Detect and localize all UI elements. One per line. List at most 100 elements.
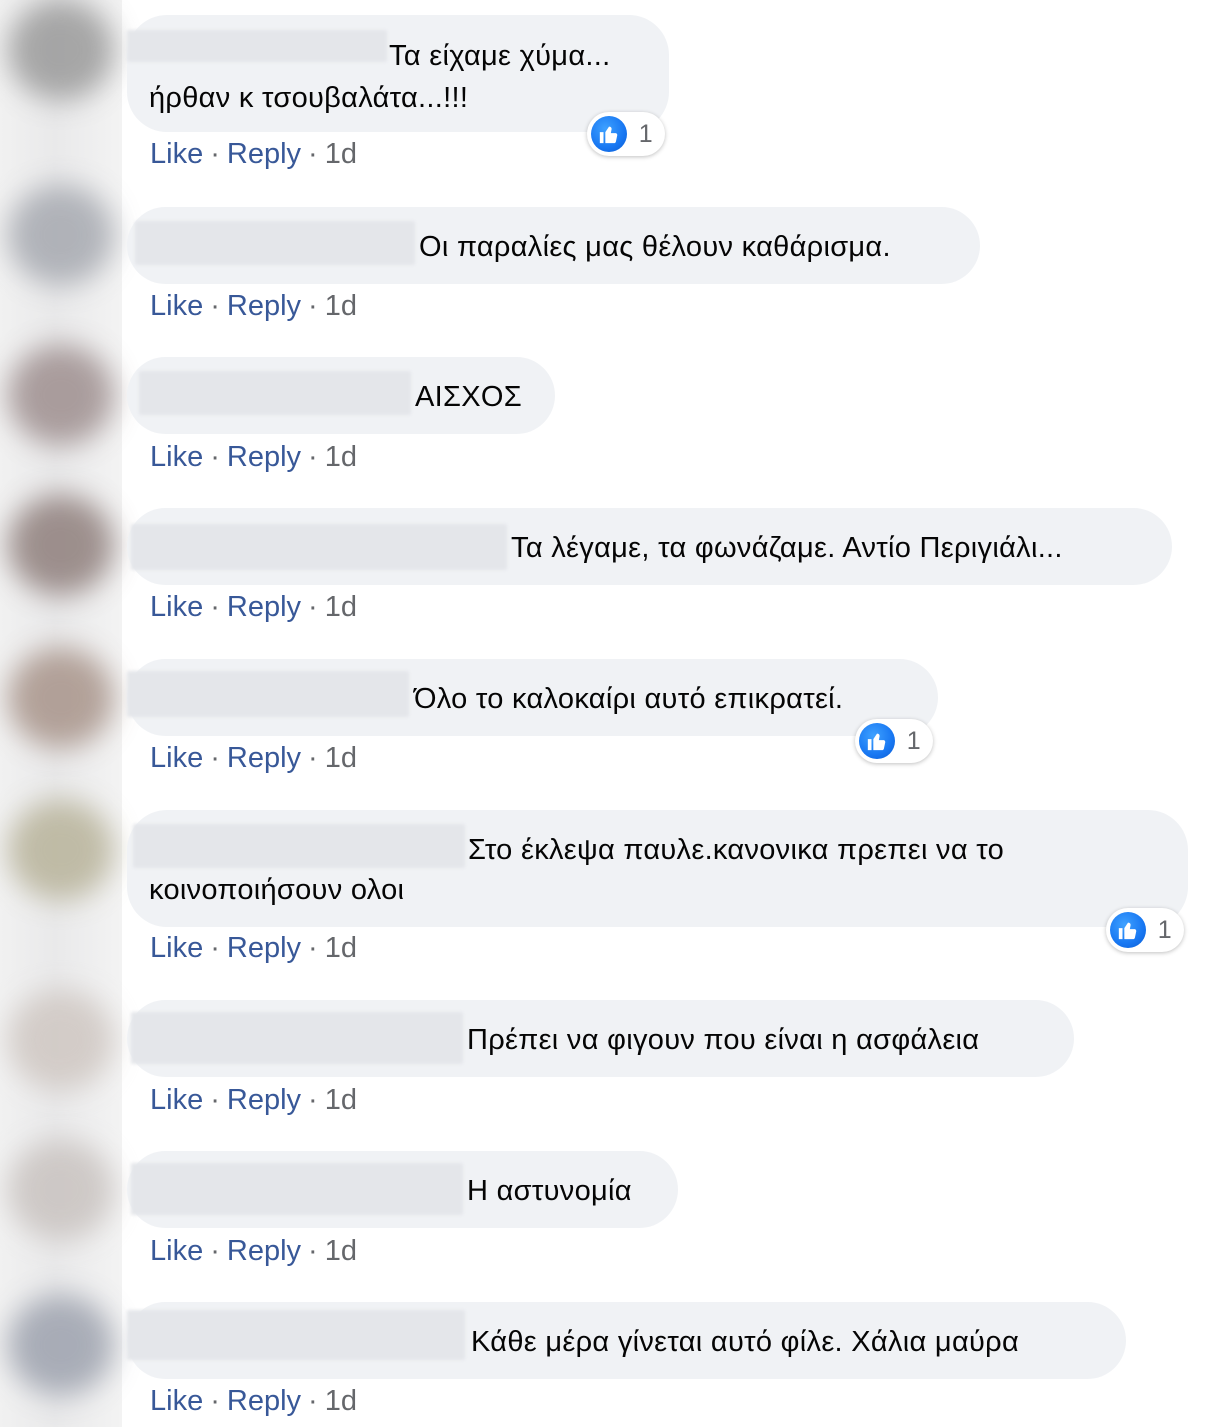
reply-link[interactable]: Reply: [227, 742, 301, 774]
timestamp[interactable]: 1d: [325, 591, 357, 623]
comment-text: ΑΙΣΧΟΣ: [415, 381, 522, 413]
author-name-redacted: [131, 1012, 463, 1064]
reply-link[interactable]: Reply: [227, 591, 301, 623]
separator: ·: [210, 742, 220, 774]
like-link[interactable]: Like: [150, 932, 203, 964]
comment: Όλο το καλοκαίρι αυτό επικρατεί. 1 Like ·…: [127, 659, 938, 774]
author-name-redacted: [131, 524, 507, 570]
comment-actions: Like · Reply · 1d: [150, 931, 357, 965]
like-link[interactable]: Like: [150, 1235, 203, 1267]
reply-link[interactable]: Reply: [227, 1235, 301, 1267]
avatar[interactable]: [8, 990, 114, 1090]
comment: Τα είχαμε χύμα... ήρθαν κ τσουβαλάτα...!…: [127, 15, 669, 170]
comment-bubble: Όλο το καλοκαίρι αυτό επικρατεί. 1: [127, 659, 938, 763]
comment-actions: Like · Reply · 1d: [150, 137, 357, 171]
timestamp[interactable]: 1d: [325, 1084, 357, 1116]
author-name-redacted: [127, 30, 387, 62]
author-name-redacted: [135, 221, 415, 265]
separator: ·: [308, 1235, 318, 1267]
comment-actions: Like · Reply · 1d: [150, 1384, 357, 1418]
reaction-number: 1: [906, 727, 921, 755]
separator: ·: [210, 1235, 220, 1267]
timestamp[interactable]: 1d: [325, 441, 357, 473]
comment-bubble: Στο έκλεψα παυλε.κανονικα πρεπει να το κ…: [127, 810, 1188, 952]
like-link[interactable]: Like: [150, 138, 203, 170]
comment: Κάθε μέρα γίνεται αυτό φίλε. Χάλια μαύρα…: [127, 1302, 1126, 1417]
avatar[interactable]: [8, 1140, 114, 1240]
comment: Τα λέγαμε, τα φωνάζαμε. Αντίο Περιγιάλι.…: [127, 508, 1172, 623]
comment: Πρέπει να φιγουν που είναι η ασφάλεια Li…: [127, 1000, 1074, 1116]
separator: ·: [308, 441, 318, 473]
comment-text: Η αστυνομία: [467, 1175, 632, 1207]
separator: ·: [210, 290, 220, 322]
separator: ·: [210, 591, 220, 623]
timestamp[interactable]: 1d: [325, 1385, 357, 1417]
comment-bubble: Η αστυνομία: [127, 1151, 678, 1228]
like-link[interactable]: Like: [150, 290, 203, 322]
comment-text: Οι παραλίες μας θέλουν καθάρισμα.: [419, 231, 891, 263]
reply-link[interactable]: Reply: [227, 138, 301, 170]
comment-actions: Like · Reply · 1d: [150, 289, 357, 323]
reply-link[interactable]: Reply: [227, 441, 301, 473]
comment-actions: Like · Reply · 1d: [150, 1234, 357, 1268]
timestamp[interactable]: 1d: [325, 742, 357, 774]
timestamp[interactable]: 1d: [325, 290, 357, 322]
separator: ·: [308, 1385, 318, 1417]
avatar[interactable]: [8, 1295, 114, 1395]
reply-link[interactable]: Reply: [227, 932, 301, 964]
comment-actions: Like · Reply · 1d: [150, 590, 357, 624]
separator: ·: [308, 932, 318, 964]
avatar[interactable]: [8, 185, 114, 285]
avatar[interactable]: [8, 800, 114, 900]
comment: ΑΙΣΧΟΣ Like · Reply · 1d: [127, 357, 555, 473]
like-link[interactable]: Like: [150, 1385, 203, 1417]
timestamp[interactable]: 1d: [325, 138, 357, 170]
comment-text: κοινοποιήσουν ολοι: [149, 874, 405, 906]
separator: ·: [308, 742, 318, 774]
reply-link[interactable]: Reply: [227, 1385, 301, 1417]
avatar[interactable]: [8, 648, 114, 748]
avatar[interactable]: [8, 0, 114, 100]
like-link[interactable]: Like: [150, 591, 203, 623]
reaction-count[interactable]: 1: [1106, 908, 1184, 952]
separator: ·: [308, 591, 318, 623]
comment-text: Στο έκλεψα παυλε.κανονικα πρεπει να το: [468, 834, 1005, 866]
comment-bubble: Τα λέγαμε, τα φωνάζαμε. Αντίο Περιγιάλι.…: [127, 508, 1172, 585]
timestamp[interactable]: 1d: [325, 1235, 357, 1267]
author-name-redacted: [131, 1163, 463, 1215]
reaction-count[interactable]: 1: [587, 112, 665, 156]
separator: ·: [210, 1385, 220, 1417]
separator: ·: [210, 441, 220, 473]
avatar[interactable]: [8, 345, 114, 445]
reaction-count[interactable]: 1: [855, 719, 933, 763]
separator: ·: [210, 1084, 220, 1116]
separator: ·: [308, 290, 318, 322]
comment-bubble: Τα είχαμε χύμα... ήρθαν κ τσουβαλάτα...!…: [127, 15, 669, 156]
avatar[interactable]: [8, 495, 114, 595]
like-link[interactable]: Like: [150, 1084, 203, 1116]
reaction-number: 1: [638, 120, 653, 148]
author-name-redacted: [139, 371, 411, 415]
timestamp[interactable]: 1d: [325, 932, 357, 964]
comment-text: ήρθαν κ τσουβαλάτα...!!!: [149, 82, 469, 114]
like-link[interactable]: Like: [150, 441, 203, 473]
thumbs-up-icon: [859, 723, 895, 759]
separator: ·: [308, 1084, 318, 1116]
like-link[interactable]: Like: [150, 742, 203, 774]
author-name-redacted: [127, 671, 409, 717]
avatar-column: [0, 0, 122, 1427]
reaction-number: 1: [1157, 916, 1172, 944]
separator: ·: [210, 932, 220, 964]
reply-link[interactable]: Reply: [227, 1084, 301, 1116]
comment: Η αστυνομία Like · Reply · 1d: [127, 1151, 678, 1267]
comment-actions: Like · Reply · 1d: [150, 440, 357, 474]
thumbs-up-icon: [591, 116, 627, 152]
reply-link[interactable]: Reply: [227, 290, 301, 322]
thumbs-up-icon: [1110, 912, 1146, 948]
comment-actions: Like · Reply · 1d: [150, 741, 357, 775]
separator: ·: [210, 138, 220, 170]
comment-text: Κάθε μέρα γίνεται αυτό φίλε. Χάλια μαύρα: [471, 1326, 1020, 1358]
comment-text: Όλο το καλοκαίρι αυτό επικρατεί.: [414, 683, 844, 715]
author-name-redacted: [127, 1310, 465, 1360]
comment: Στο έκλεψα παυλε.κανονικα πρεπει να το κ…: [127, 810, 1188, 964]
